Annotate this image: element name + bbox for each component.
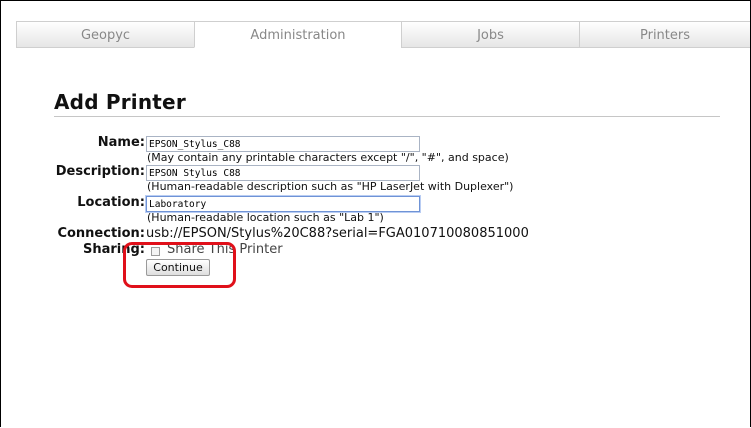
sharing-label: Sharing: [82, 242, 145, 257]
location-label: Location: [77, 195, 145, 210]
title-divider [54, 116, 720, 117]
description-label: Description: [55, 164, 145, 179]
name-hint: (May contain any printable characters ex… [147, 151, 509, 164]
page-title: Add Printer [54, 90, 186, 114]
name-field[interactable] [146, 136, 420, 152]
name-label: Name: [97, 135, 145, 150]
tab-printers[interactable]: Printers [579, 21, 750, 48]
tab-jobs[interactable]: Jobs [401, 21, 579, 48]
description-hint: (Human-readable description such as "HP … [147, 180, 514, 193]
tab-bar: Geopyc Administration Jobs Printers [16, 21, 750, 48]
tab-geopyc[interactable]: Geopyc [16, 21, 194, 48]
connection-label: Connection: [57, 226, 145, 241]
location-hint: (Human-readable location such as "Lab 1"… [147, 211, 384, 224]
description-field[interactable] [146, 165, 420, 181]
continue-button[interactable]: Continue [146, 259, 210, 276]
share-printer-checkbox[interactable] [151, 247, 160, 256]
connection-value: usb://EPSON/Stylus%20C88?serial=FGA01071… [146, 226, 529, 241]
share-printer-label[interactable]: Share This Printer [167, 242, 283, 257]
location-field[interactable] [146, 196, 420, 212]
tab-administration[interactable]: Administration [194, 21, 401, 48]
